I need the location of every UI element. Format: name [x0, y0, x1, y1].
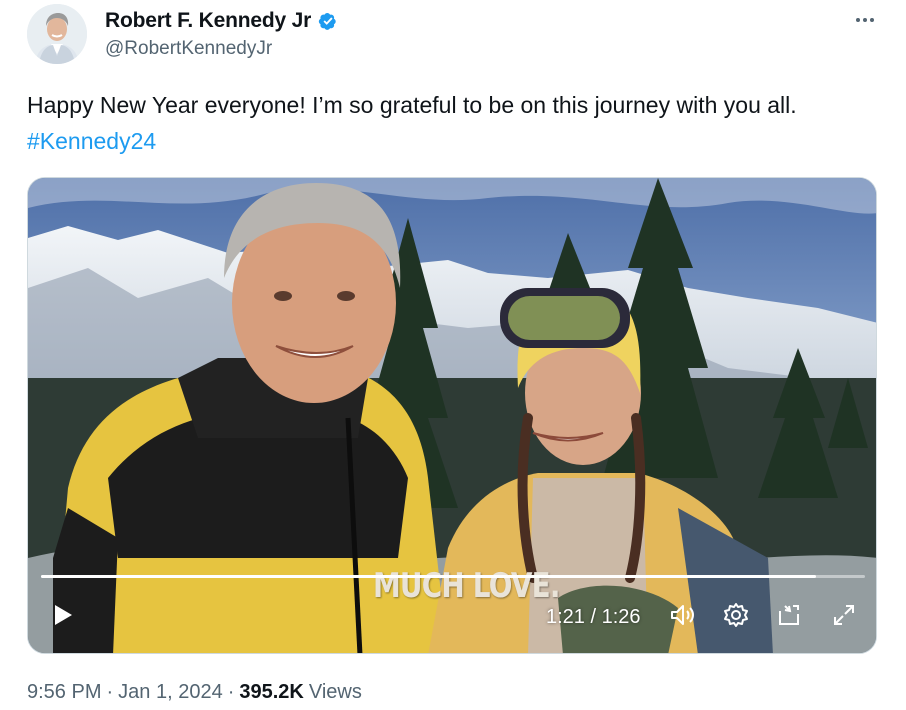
volume-icon[interactable] [666, 599, 698, 631]
tweet-text: Happy New Year everyone! I’m so grateful… [27, 87, 877, 159]
video-player[interactable]: MUCH LOVE. 1:21 / 1:26 [27, 177, 877, 654]
tweet-date[interactable]: Jan 1, 2024 [118, 681, 223, 704]
author-handle[interactable]: @RobertKennedyJr [105, 38, 272, 60]
hashtag-link[interactable]: #Kennedy24 [27, 128, 156, 154]
meta-separator: · [106, 681, 114, 703]
fullscreen-icon[interactable] [828, 599, 860, 631]
video-progress-fill [41, 575, 816, 578]
tweet: Robert F. Kennedy Jr @RobertKennedyJr Ha… [0, 0, 906, 710]
tweet-time[interactable]: 9:56 PM [27, 681, 101, 704]
author-name-row: Robert F. Kennedy Jr [105, 7, 339, 35]
video-time: 1:21 / 1:26 [546, 606, 641, 628]
views-label: Views [308, 681, 362, 703]
avatar[interactable] [27, 4, 87, 64]
meta-separator: · [227, 681, 235, 703]
author-display-name[interactable]: Robert F. Kennedy Jr [105, 9, 311, 33]
settings-gear-icon[interactable] [720, 599, 752, 631]
more-horizontal-icon[interactable] [850, 10, 880, 30]
picture-in-picture-icon[interactable] [773, 599, 805, 631]
video-progress-bar[interactable] [41, 575, 865, 578]
tweet-meta: 9:56 PM · Jan 1, 2024 · 395.2K Views [27, 681, 362, 704]
video-controls: 1:21 / 1:26 [28, 598, 876, 638]
verified-badge-icon[interactable] [317, 10, 339, 32]
views-count: 395.2K [239, 681, 304, 703]
play-icon[interactable] [48, 600, 78, 630]
tweet-body: Happy New Year everyone! I’m so grateful… [27, 92, 797, 118]
